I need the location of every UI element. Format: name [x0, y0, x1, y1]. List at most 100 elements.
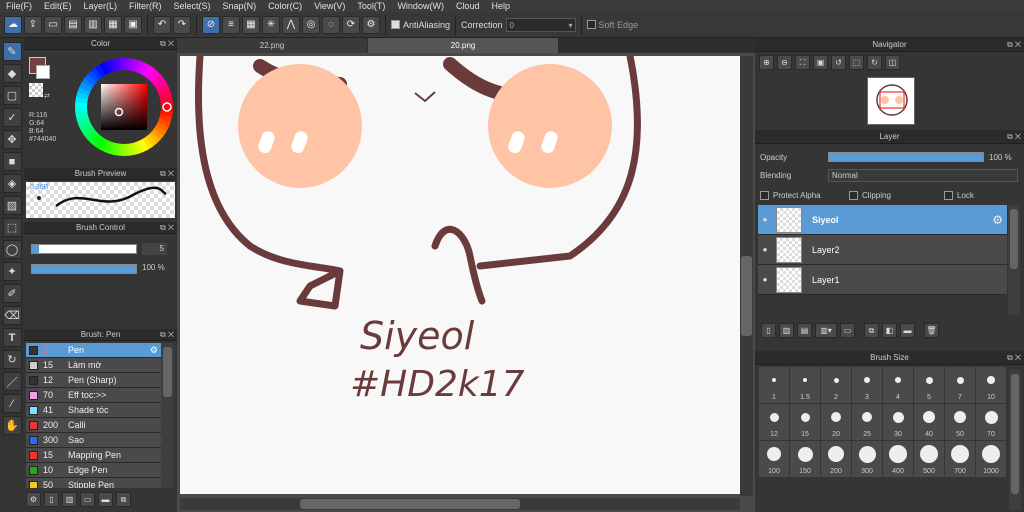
- brush-folder-icon[interactable]: ▭: [80, 492, 95, 507]
- brush-size-cell[interactable]: 500: [914, 441, 944, 477]
- gradient-icon[interactable]: ▨: [2, 196, 22, 215]
- visibility-icon[interactable]: ●: [758, 245, 772, 254]
- brush-item[interactable]: 41 Shade tóc: [26, 403, 161, 418]
- eraser-tool-icon[interactable]: ◆: [2, 64, 22, 83]
- sub-color-swatch[interactable]: [36, 65, 50, 79]
- snap-grid-icon[interactable]: ▦: [242, 15, 260, 34]
- brush-size-cell[interactable]: 1000: [976, 441, 1006, 477]
- protect-alpha-checkbox[interactable]: [760, 190, 769, 200]
- gear-icon[interactable]: ⚙: [992, 213, 1003, 227]
- snap-rotate-icon[interactable]: ⟳: [342, 15, 360, 34]
- brush-size-cell[interactable]: 30: [883, 404, 913, 440]
- brush-size-cell[interactable]: 150: [790, 441, 820, 477]
- visibility-icon[interactable]: ●: [758, 215, 772, 224]
- duplicate-layer-icon[interactable]: ⧉: [864, 323, 879, 338]
- brush-size-cell[interactable]: 3: [852, 367, 882, 403]
- zoom-in-icon[interactable]: ⊕: [759, 55, 774, 70]
- brush-group-icon[interactable]: ▬: [98, 492, 113, 507]
- brush-size-cell[interactable]: 12: [759, 404, 789, 440]
- brush-size-cell[interactable]: 4: [883, 367, 913, 403]
- zoom-out-icon[interactable]: ⊖: [777, 55, 792, 70]
- hand-icon[interactable]: ✋: [2, 416, 22, 435]
- export-icon[interactable]: ⇪: [24, 15, 42, 34]
- snap-radial-icon[interactable]: ✳: [262, 15, 280, 34]
- menu-item-help[interactable]: Help: [485, 0, 516, 12]
- canvas-horizontal-scrollbar[interactable]: [180, 498, 740, 510]
- merge-layer-icon[interactable]: ◧: [882, 323, 897, 338]
- menu-item-layerl[interactable]: Layer(L): [78, 0, 124, 12]
- snap-parallel-icon[interactable]: ≡: [222, 15, 240, 34]
- brush-size-cell[interactable]: 10: [976, 367, 1006, 403]
- move-tool-icon[interactable]: ✥: [2, 130, 22, 149]
- navigator-preview[interactable]: [867, 77, 915, 125]
- brush-size-cell[interactable]: 20: [821, 404, 851, 440]
- brush-item[interactable]: 15 Làm mờ: [26, 358, 161, 373]
- rect-select-icon[interactable]: ▢: [2, 86, 22, 105]
- reset-rotate-icon[interactable]: ⬚: [849, 55, 864, 70]
- brush-size-cell[interactable]: 1.5: [790, 367, 820, 403]
- delete-layer-icon[interactable]: 🗑: [924, 323, 939, 338]
- brush-size-cell[interactable]: 1: [759, 367, 789, 403]
- fit-icon[interactable]: ⛶: [795, 55, 810, 70]
- check-icon[interactable]: ✓: [2, 108, 22, 127]
- lasso-icon[interactable]: ◯: [2, 240, 22, 259]
- snap-curve-icon[interactable]: ◌: [322, 15, 340, 34]
- rotate-right-icon[interactable]: ↻: [867, 55, 882, 70]
- menu-item-edite[interactable]: Edit(E): [38, 0, 78, 12]
- brush-item[interactable]: 10 Edge Pen: [26, 463, 161, 478]
- antialiasing-toggle[interactable]: AntiAliasing: [391, 20, 450, 30]
- brush-size-cell[interactable]: 70: [976, 404, 1006, 440]
- panel-close-icon[interactable]: ⧉ ✕: [1007, 38, 1021, 52]
- brush-item[interactable]: 12 Pen (Sharp): [26, 373, 161, 388]
- brush-item[interactable]: 70 Eff toc:>>: [26, 388, 161, 403]
- new-brush-icon[interactable]: ▯: [44, 492, 59, 507]
- select-eraser-icon[interactable]: ⌫: [2, 306, 22, 325]
- panel-close-icon[interactable]: ⧉ ✕: [160, 222, 174, 234]
- image-icon[interactable]: ▣: [124, 15, 142, 34]
- menu-item-cloud[interactable]: Cloud: [450, 0, 486, 12]
- brush-size-slider[interactable]: [31, 244, 137, 254]
- bucket-icon[interactable]: ◈: [2, 174, 22, 193]
- brush-size-cell[interactable]: 700: [945, 441, 975, 477]
- redo-icon[interactable]: ↷: [173, 15, 191, 34]
- clipping-checkbox[interactable]: [849, 190, 858, 200]
- duplicate-brush-icon[interactable]: ⧉: [116, 492, 131, 507]
- brush-size-cell[interactable]: 25: [852, 404, 882, 440]
- blending-select[interactable]: Normal: [828, 168, 1018, 182]
- color-wheel[interactable]: [69, 52, 179, 162]
- add-layer-dropdown-icon[interactable]: ▥▾: [815, 323, 837, 338]
- menu-item-toolt[interactable]: Tool(T): [351, 0, 391, 12]
- menu-item-snapn[interactable]: Snap(N): [217, 0, 263, 12]
- canvas-vertical-scrollbar[interactable]: [740, 56, 753, 496]
- document-icon[interactable]: ▥: [84, 15, 102, 34]
- brush-size-cell[interactable]: 300: [852, 441, 882, 477]
- brush-list-scrollbar[interactable]: [161, 343, 174, 488]
- brush-size-scrollbar[interactable]: [1009, 370, 1021, 510]
- brush-tool-icon[interactable]: ✎: [2, 42, 22, 61]
- eyedropper-icon[interactable]: ⁄: [2, 394, 22, 413]
- menu-item-filef[interactable]: File(F): [0, 0, 38, 12]
- undo-icon[interactable]: ↶: [153, 15, 171, 34]
- new-1bit-layer-icon[interactable]: ▤: [797, 323, 812, 338]
- ruler-icon[interactable]: ／: [2, 372, 22, 391]
- menu-item-viewv[interactable]: View(V): [308, 0, 351, 12]
- brush-item[interactable]: 15 Mapping Pen: [26, 448, 161, 463]
- select-pen-icon[interactable]: ✐: [2, 284, 22, 303]
- panel-close-icon[interactable]: ⧉ ✕: [160, 329, 174, 341]
- comment-icon[interactable]: ▭: [44, 15, 62, 34]
- text-tool-icon[interactable]: T: [2, 328, 22, 347]
- panel-close-icon[interactable]: ⧉ ✕: [160, 168, 174, 180]
- transparent-swatch[interactable]: [29, 83, 43, 97]
- settings-icon[interactable]: ⚙: [362, 15, 380, 34]
- brush-size-value[interactable]: 5: [142, 243, 167, 255]
- snap-vanish-icon[interactable]: ⋀: [282, 15, 300, 34]
- brush-size-cell[interactable]: 40: [914, 404, 944, 440]
- layer-row[interactable]: ● Layer1: [758, 265, 1007, 295]
- snap-off-icon[interactable]: ⊘: [202, 15, 220, 34]
- brush-settings-icon[interactable]: ⚙: [26, 492, 41, 507]
- correction-select[interactable]: 0: [505, 17, 576, 32]
- fill-rect-icon[interactable]: ■: [2, 152, 22, 171]
- menu-item-colorc[interactable]: Color(C): [262, 0, 308, 12]
- brush-size-cell[interactable]: 15: [790, 404, 820, 440]
- brush-item[interactable]: 50 Stipple Pen: [26, 478, 161, 488]
